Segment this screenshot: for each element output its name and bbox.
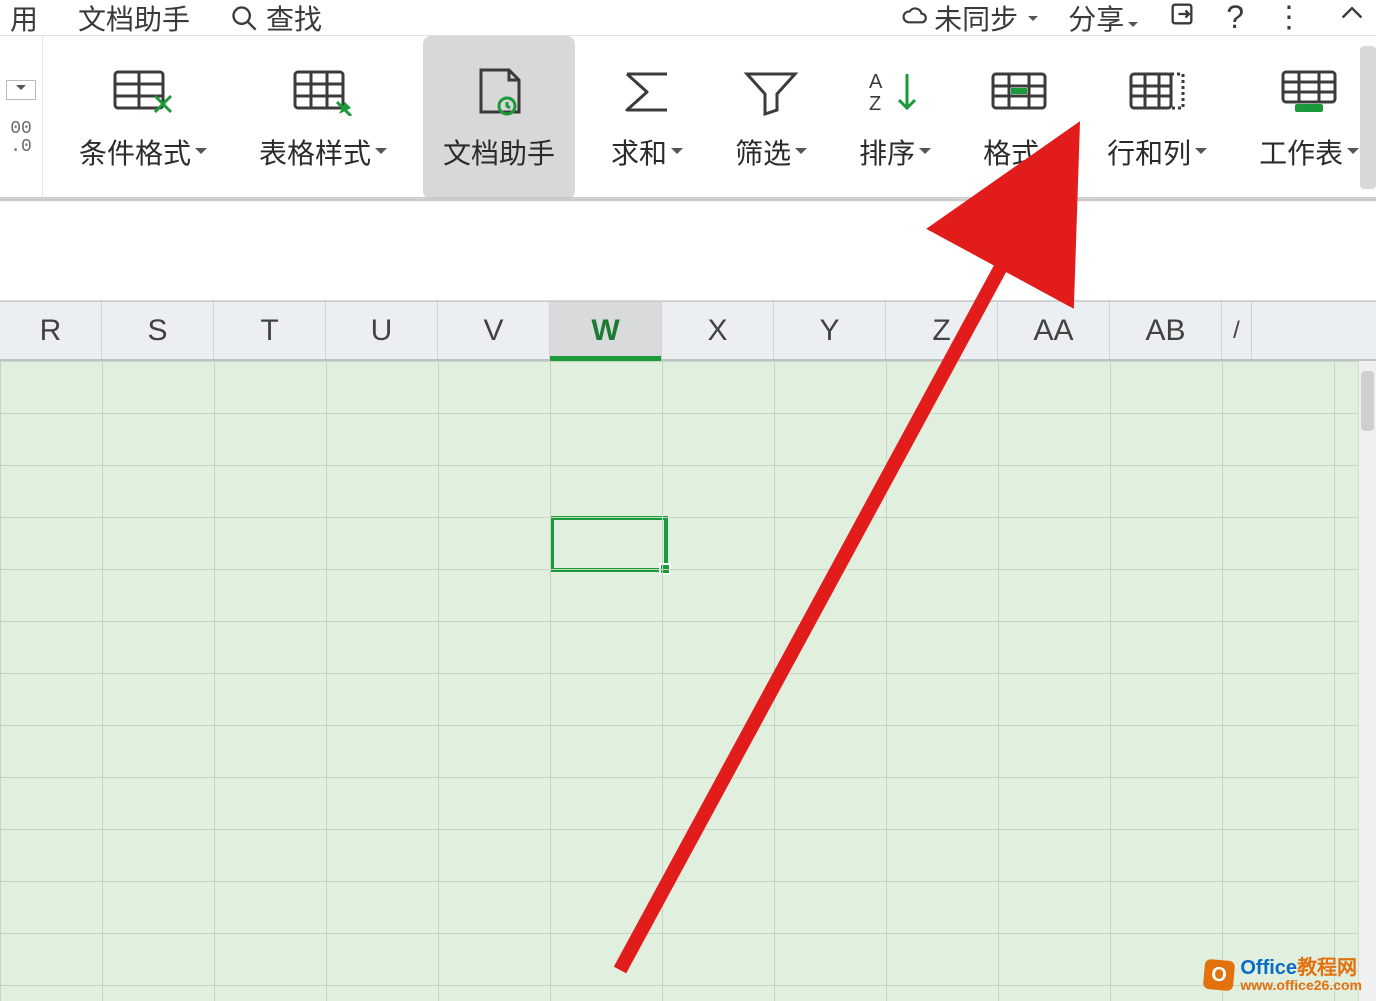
rows-cols-icon xyxy=(1122,64,1192,118)
sort-label: 排序 xyxy=(859,132,915,172)
export-icon[interactable] xyxy=(1168,0,1196,35)
worksheet-button[interactable]: 工作表 xyxy=(1243,36,1375,199)
gridline-col xyxy=(214,361,215,1001)
number-format-dropdown[interactable] xyxy=(6,80,36,100)
gridline-row xyxy=(0,465,1358,466)
gridline-row xyxy=(0,829,1358,830)
conditional-format-label: 条件格式 xyxy=(79,132,191,172)
format-button[interactable]: 格式 xyxy=(967,36,1071,199)
decimal-icon: 00 xyxy=(10,120,32,138)
watermark-logo-icon: O xyxy=(1203,959,1236,992)
gridline-row xyxy=(0,985,1358,986)
gridline-row xyxy=(0,413,1358,414)
table-style-icon xyxy=(288,64,358,118)
gridline-col xyxy=(0,361,1,1001)
gridline-col xyxy=(326,361,327,1001)
conditional-format-icon xyxy=(108,64,178,118)
help-icon[interactable]: ? xyxy=(1226,0,1244,36)
col-header-U[interactable]: U xyxy=(326,302,438,359)
spreadsheet: R S T U V W X Y Z AA AB / xyxy=(0,301,1376,1001)
grid-area[interactable] xyxy=(0,361,1376,1001)
rows-cols-label: 行和列 xyxy=(1107,132,1191,172)
table-style-label: 表格样式 xyxy=(259,132,371,172)
svg-text:A: A xyxy=(869,71,883,93)
col-header-X[interactable]: X xyxy=(662,302,774,359)
worksheet-label: 工作表 xyxy=(1259,132,1343,172)
menu-item-yong[interactable]: 用 xyxy=(10,0,38,38)
col-header-V[interactable]: V xyxy=(438,302,550,359)
col-header-AA[interactable]: AA xyxy=(998,302,1110,359)
doc-helper-icon xyxy=(464,64,534,118)
watermark-title: Office教程网 xyxy=(1240,958,1362,978)
sort-icon: AZ xyxy=(860,64,930,118)
gridline-col xyxy=(438,361,439,1001)
gridline-col xyxy=(774,361,775,1001)
doc-helper-label: 文档助手 xyxy=(443,132,555,172)
doc-helper-button[interactable]: 文档助手 xyxy=(423,36,575,199)
sort-button[interactable]: AZ 排序 xyxy=(843,36,947,199)
watermark-url: www.office26.com xyxy=(1240,978,1362,992)
filter-button[interactable]: 筛选 xyxy=(719,36,823,199)
gridline-row xyxy=(0,725,1358,726)
col-header-T[interactable]: T xyxy=(214,302,326,359)
ribbon-toolbar: 00 .0 条件格式 表格样式 文档助手 求和 筛选 AZ xyxy=(0,36,1376,201)
sum-icon xyxy=(612,64,682,118)
gridline-row xyxy=(0,777,1358,778)
format-icon xyxy=(984,64,1054,118)
gridline-row xyxy=(0,933,1358,934)
gridline-col xyxy=(1110,361,1111,1001)
filter-label: 筛选 xyxy=(735,132,791,172)
col-header-Z[interactable]: Z xyxy=(886,302,998,359)
svg-text:Z: Z xyxy=(869,93,881,115)
col-header-W[interactable]: W xyxy=(550,302,662,359)
scroll-thumb[interactable] xyxy=(1361,371,1374,431)
ribbon-scrollbar[interactable] xyxy=(1360,46,1376,189)
menu-bar: 用 文档助手 查找 未同步 分享 ? ⋮ xyxy=(0,0,1376,36)
watermark: O Office教程网 www.office26.com xyxy=(1204,958,1362,992)
table-style-button[interactable]: 表格样式 xyxy=(243,36,403,199)
collapse-ribbon-icon[interactable] xyxy=(1338,0,1366,35)
gridline-col xyxy=(1222,361,1223,1001)
sync-status[interactable]: 未同步 xyxy=(902,0,1038,38)
filter-icon xyxy=(736,64,806,118)
sum-label: 求和 xyxy=(611,132,667,172)
gridline-col xyxy=(102,361,103,1001)
formula-bar[interactable] xyxy=(0,201,1376,301)
conditional-format-button[interactable]: 条件格式 xyxy=(63,36,223,199)
col-header-R[interactable]: R xyxy=(0,302,102,359)
column-headers: R S T U V W X Y Z AA AB / xyxy=(0,301,1376,361)
gridline-row xyxy=(0,569,1358,570)
cloud-sync-icon xyxy=(902,5,928,31)
more-icon[interactable]: ⋮ xyxy=(1274,0,1308,35)
gridline-col xyxy=(998,361,999,1001)
rows-cols-button[interactable]: 行和列 xyxy=(1091,36,1223,199)
col-header-S[interactable]: S xyxy=(102,302,214,359)
gridline-row xyxy=(0,673,1358,674)
format-label: 格式 xyxy=(983,132,1039,172)
search-icon xyxy=(230,4,258,32)
gridline-row xyxy=(0,881,1358,882)
gridline-col xyxy=(662,361,663,1001)
decimal-icon-2: .0 xyxy=(10,138,32,156)
gridline-row xyxy=(0,621,1358,622)
col-header-partial[interactable]: / xyxy=(1222,302,1252,359)
selected-cell[interactable] xyxy=(550,516,668,572)
gridline-col xyxy=(886,361,887,1001)
col-header-AB[interactable]: AB xyxy=(1110,302,1222,359)
gridline-col xyxy=(1334,361,1335,1001)
number-format-side[interactable]: 00 .0 xyxy=(0,36,43,199)
sync-label: 未同步 xyxy=(934,0,1018,38)
col-header-Y[interactable]: Y xyxy=(774,302,886,359)
gridline-row xyxy=(0,517,1358,518)
gridline-row xyxy=(0,361,1358,362)
find-label: 查找 xyxy=(266,0,322,38)
vertical-scrollbar[interactable] xyxy=(1358,361,1376,1001)
sum-button[interactable]: 求和 xyxy=(595,36,699,199)
share-button[interactable]: 分享 xyxy=(1068,0,1138,38)
worksheet-icon xyxy=(1274,64,1344,118)
menu-item-doc-helper[interactable]: 文档助手 xyxy=(78,0,190,38)
menu-item-find[interactable]: 查找 xyxy=(230,0,322,38)
gridline-col xyxy=(550,361,551,1001)
